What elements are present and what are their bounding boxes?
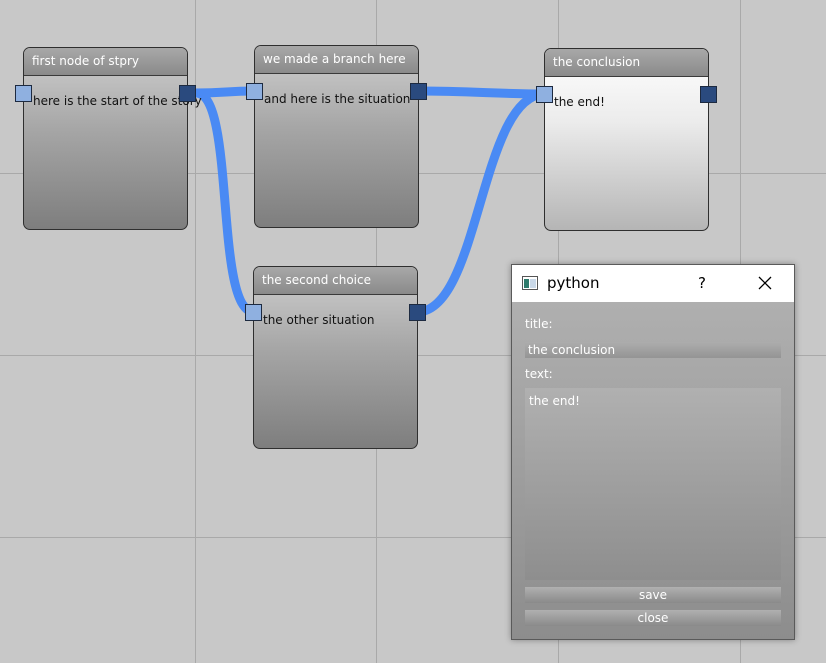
text-label: text: [525,367,553,381]
node-text: the end! [554,95,605,109]
title-label: title: [525,317,553,331]
input-port[interactable] [536,86,553,103]
text-field[interactable]: the end! [525,388,781,580]
input-port[interactable] [245,304,262,321]
input-port[interactable] [246,83,263,100]
output-port[interactable] [179,85,196,102]
input-port[interactable] [15,85,32,102]
title-field[interactable]: the conclusion [525,342,781,358]
node-text: the other situation [263,313,375,327]
edge-n1-n4 [194,88,256,317]
dialog-titlebar[interactable]: python ? [512,265,794,302]
python-app-icon [522,276,538,290]
node-title: we made a branch here [255,46,418,74]
node-title: the second choice [254,267,417,295]
story-node[interactable]: first node of stpry here is the start of… [23,47,202,230]
story-node-selected[interactable]: the conclusion the end! [544,48,709,231]
output-port[interactable] [700,86,717,103]
close-icon[interactable] [756,274,774,292]
node-title: the conclusion [545,49,708,77]
dialog-title: python [547,274,600,292]
output-port[interactable] [410,83,427,100]
node-text: and here is the situation [264,92,411,106]
edge-n2-n3 [417,86,546,99]
close-button[interactable]: close [525,610,781,626]
help-button[interactable]: ? [698,274,706,292]
output-port[interactable] [409,304,426,321]
save-button[interactable]: save [525,587,781,603]
edit-node-dialog: python ? title: the conclusion text: the… [511,264,795,640]
story-node[interactable]: we made a branch here and here is the si… [254,45,419,228]
node-text: here is the start of the story [33,94,202,108]
node-title: first node of stpry [24,48,187,76]
story-node[interactable]: the second choice the other situation [253,266,418,449]
